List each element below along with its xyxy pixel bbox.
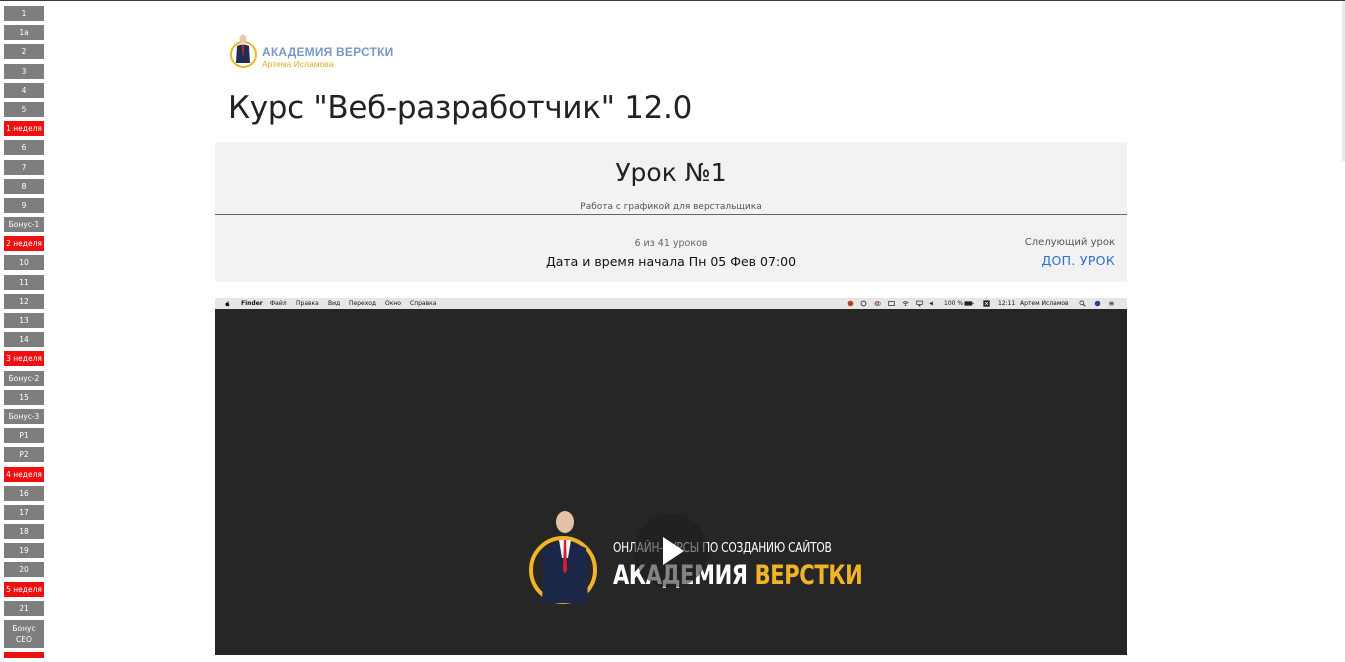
nav-item-lesson[interactable]: 21 xyxy=(4,600,44,616)
lesson-subtitle: Работа с графикой для верстальщика xyxy=(580,202,762,212)
wifi-icon xyxy=(902,301,909,306)
nav-item-lesson[interactable]: 19 xyxy=(4,543,44,559)
menubar-app-name: Finder xyxy=(241,300,263,307)
nav-item-lesson[interactable]: 20 xyxy=(4,562,44,578)
lesson-progress: 6 из 41 уроков xyxy=(634,238,708,249)
apple-icon xyxy=(225,301,230,307)
nav-item-lesson[interactable]: 2 xyxy=(4,44,44,60)
nav-item-lesson[interactable]: 16 xyxy=(4,485,44,501)
battery-percent: 100 % xyxy=(944,300,964,307)
nav-item-week[interactable]: 4 неделя xyxy=(4,466,44,482)
nav-item-lesson[interactable]: Бонус-3 xyxy=(4,408,44,424)
window-icon xyxy=(888,301,895,306)
next-lesson-link[interactable]: ДОП. УРОК xyxy=(1041,253,1115,268)
menubar-clock: 12:11 xyxy=(998,300,1016,307)
link-icon xyxy=(874,301,881,306)
record-icon xyxy=(847,300,854,307)
menubar-menu-file: Файл xyxy=(270,300,287,307)
window-top-border xyxy=(0,0,1345,1)
menubar-menu-go: Переход xyxy=(349,300,377,307)
menubar-menu-edit: Правка xyxy=(296,300,319,307)
course-title: Курс "Веб-разработчик" 12.0 xyxy=(228,90,693,126)
sync-icon xyxy=(860,300,867,307)
siri-icon xyxy=(1094,300,1101,307)
nav-item-lesson[interactable]: Бонус-1 xyxy=(4,217,44,233)
notification-center-icon xyxy=(1109,301,1114,306)
nav-item-lesson[interactable]: 11 xyxy=(4,274,44,290)
nav-item-lesson[interactable]: 10 xyxy=(4,255,44,271)
nav-item-week[interactable]: 1 неделя xyxy=(4,121,44,137)
nav-item-week[interactable] xyxy=(4,652,44,659)
nav-item-lesson[interactable]: 12 xyxy=(4,293,44,309)
logo-subtitle: Артема Исламова xyxy=(262,59,334,69)
keyboard-layout-icon xyxy=(983,300,990,307)
mac-menubar: Finder Файл Правка Вид Переход Окно Спра… xyxy=(215,298,1127,309)
nav-item-lesson[interactable]: Бонус-2 xyxy=(4,370,44,386)
logo-title: АКАДЕМИЯ ВЕРСТКИ xyxy=(262,45,394,59)
battery-icon xyxy=(964,301,974,306)
nav-item-lesson[interactable]: 13 xyxy=(4,313,44,328)
nav-item-lesson[interactable]: 3 xyxy=(4,63,44,79)
video-brand-yellow: ВЕРСТКИ xyxy=(754,560,863,591)
nav-item-week[interactable]: 5 неделя xyxy=(4,581,44,597)
nav-item-lesson[interactable]: 18 xyxy=(4,524,44,540)
lesson-start-date: Дата и время начала Пн 05 Фев 07:00 xyxy=(545,254,797,269)
nav-item-week[interactable]: 2 неделя xyxy=(4,236,44,252)
nav-item-lesson[interactable]: 7 xyxy=(4,159,44,175)
nav-item-lesson[interactable]: 17 xyxy=(4,504,44,520)
site-logo[interactable]: АКАДЕМИЯ ВЕРСТКИ Артема Исламова xyxy=(229,31,393,73)
next-lesson-label: Слелующий урок xyxy=(1024,237,1115,248)
nav-item-lesson[interactable]: P2 xyxy=(4,447,44,463)
lesson-title: Урок №1 xyxy=(615,158,727,187)
spotlight-search-icon xyxy=(1079,300,1086,307)
lesson-nav: 1 1a 2 3 4 5 1 неделя 6 7 8 9 Бонус-1 2 неделя 10 11 12… xyxy=(4,6,44,662)
nav-item-lesson[interactable]: 9 xyxy=(4,197,44,213)
nav-item-lesson[interactable]: 5 xyxy=(4,101,44,117)
nav-item-lesson[interactable]: Бонус СЕО xyxy=(4,620,44,648)
airplay-icon xyxy=(916,300,923,307)
nav-item-lesson[interactable]: 8 xyxy=(4,178,44,194)
menubar-menu-help: Справка xyxy=(410,300,437,307)
nav-item-lesson[interactable]: 15 xyxy=(4,389,44,405)
nav-item-lesson[interactable]: 1a xyxy=(4,25,44,41)
lesson-header: Урок №1 Работа с графикой для верстальщи… xyxy=(215,142,1127,282)
menubar-user: Артем Исламов xyxy=(1020,300,1069,307)
instructor-illustration-icon xyxy=(542,511,588,603)
nav-item-lesson[interactable]: 6 xyxy=(4,140,44,156)
instructor-figure-icon xyxy=(236,34,250,63)
menubar-menu-window: Окно xyxy=(385,300,401,307)
divider xyxy=(215,214,1127,215)
nav-item-lesson[interactable]: 14 xyxy=(4,332,44,348)
menubar-menu-view: Вид xyxy=(328,300,341,307)
nav-item-week[interactable]: 3 неделя xyxy=(4,351,44,367)
nav-item-lesson[interactable]: 1 xyxy=(4,6,44,21)
play-button[interactable] xyxy=(634,514,708,588)
nav-item-lesson[interactable]: 4 xyxy=(4,82,44,98)
play-icon xyxy=(663,537,684,565)
volume-icon xyxy=(929,301,933,306)
nav-item-lesson[interactable]: P1 xyxy=(4,428,44,444)
video-player[interactable]: Finder Файл Правка Вид Переход Окно Спра… xyxy=(215,298,1127,655)
